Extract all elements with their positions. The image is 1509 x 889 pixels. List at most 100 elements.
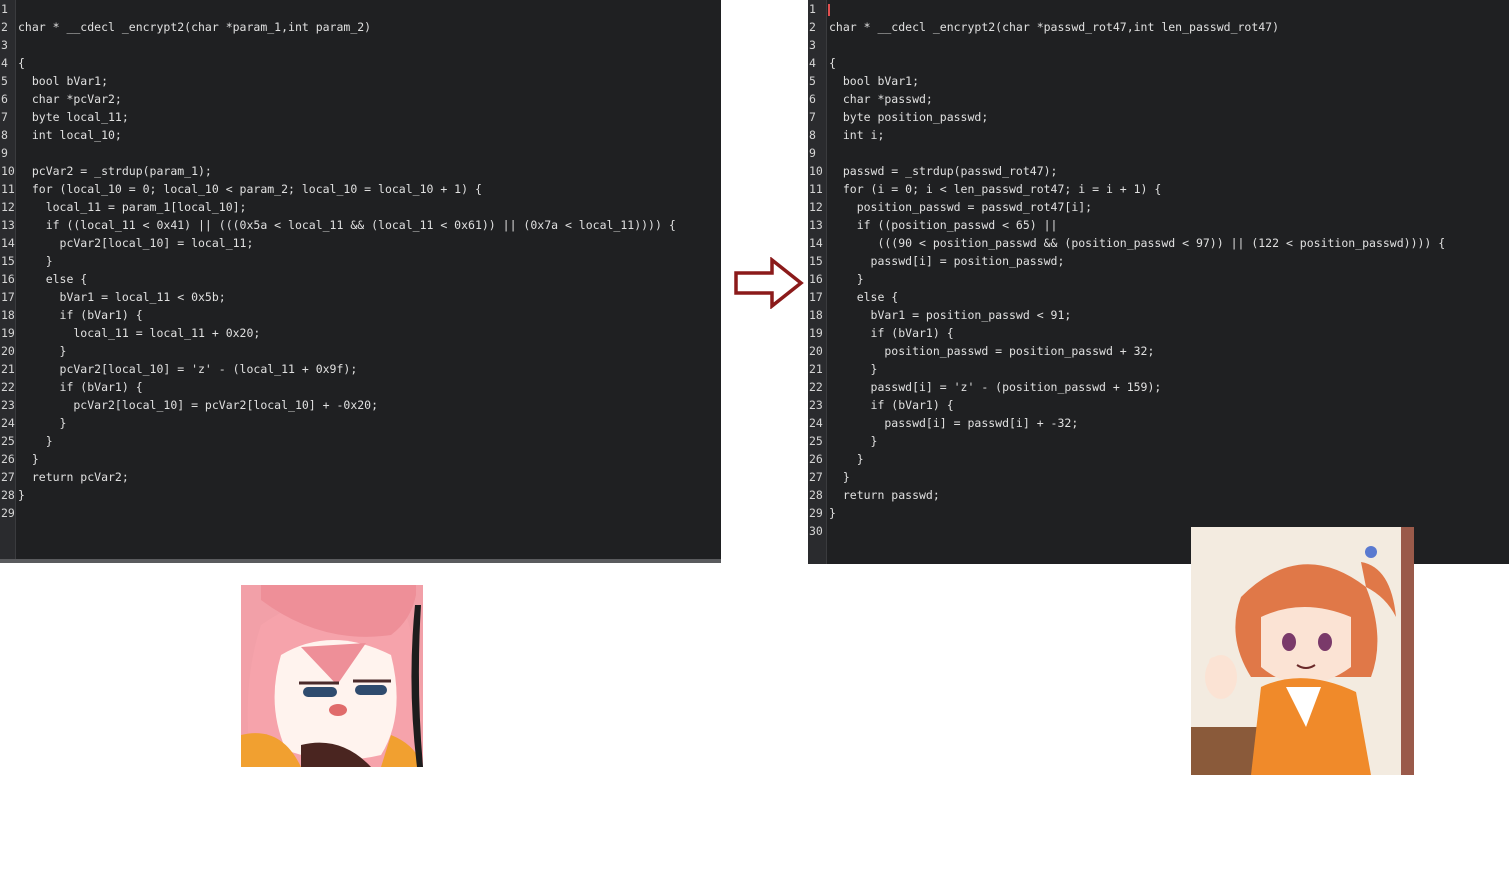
code-line[interactable]: for (i = 0; i < len_passwd_rot47; i = i …: [829, 180, 1509, 198]
line-number: 11: [809, 182, 823, 196]
code-line[interactable]: }: [18, 342, 721, 360]
line-number: 6: [1, 92, 8, 106]
line-number: 27: [809, 470, 823, 484]
code-line[interactable]: local_11 = param_1[local_10];: [18, 198, 721, 216]
code-line[interactable]: if ((position_passwd < 65) ||: [829, 216, 1509, 234]
code-line[interactable]: int i;: [829, 126, 1509, 144]
line-number: 18: [809, 308, 823, 322]
line-number: 22: [1, 380, 15, 394]
code-line[interactable]: if (bVar1) {: [829, 324, 1509, 342]
line-number: 15: [1, 254, 15, 268]
code-line[interactable]: else {: [18, 270, 721, 288]
code-line[interactable]: else {: [829, 288, 1509, 306]
line-number: 20: [809, 344, 823, 358]
line-number: 2: [1, 20, 8, 34]
code-line[interactable]: pcVar2[local_10] = 'z' - (local_11 + 0x9…: [18, 360, 721, 378]
code-line[interactable]: }: [18, 414, 721, 432]
code-line[interactable]: local_11 = local_11 + 0x20;: [18, 324, 721, 342]
code-line[interactable]: pcVar2 = _strdup(param_1);: [18, 162, 721, 180]
code-line[interactable]: if (bVar1) {: [18, 378, 721, 396]
line-number: 12: [809, 200, 823, 214]
line-number: 26: [809, 452, 823, 466]
line-number: 3: [1, 38, 8, 52]
line-number: 29: [809, 506, 823, 520]
code-line[interactable]: }: [18, 486, 721, 504]
code-line[interactable]: byte local_11;: [18, 108, 721, 126]
line-number: 6: [809, 92, 816, 106]
line-number: 25: [809, 434, 823, 448]
line-number: 18: [1, 308, 15, 322]
line-number: 27: [1, 470, 15, 484]
line-number: 2: [809, 20, 816, 34]
code-line[interactable]: bool bVar1;: [18, 72, 721, 90]
code-line[interactable]: return passwd;: [829, 486, 1509, 504]
code-line[interactable]: if (bVar1) {: [18, 306, 721, 324]
line-number: 29: [1, 506, 15, 520]
code-line[interactable]: passwd[i] = position_passwd;: [829, 252, 1509, 270]
code-line[interactable]: pcVar2[local_10] = local_11;: [18, 234, 721, 252]
line-number: 21: [1, 362, 15, 376]
line-number: 7: [809, 110, 816, 124]
code-line[interactable]: if (bVar1) {: [829, 396, 1509, 414]
code-line[interactable]: }: [18, 252, 721, 270]
code-line[interactable]: }: [829, 432, 1509, 450]
right-code-panel: 1 2 char * __cdecl _encrypt2(char *passwd_…: [808, 0, 1509, 564]
code-line[interactable]: {: [829, 54, 1509, 72]
line-number: 14: [1, 236, 15, 250]
code-line[interactable]: position_passwd = passwd_rot47[i];: [829, 198, 1509, 216]
line-number: 3: [809, 38, 816, 52]
pink-hair-sleepy-anime-sticker: [241, 585, 423, 767]
orange-hair-thumbs-up-anime-sticker: [1191, 527, 1414, 775]
code-line[interactable]: position_passwd = position_passwd + 32;: [829, 342, 1509, 360]
line-number: 10: [809, 164, 823, 178]
line-number: 17: [1, 290, 15, 304]
line-number: 9: [1, 146, 8, 160]
left-panel-scrollbar[interactable]: [0, 559, 721, 563]
code-line[interactable]: char * __cdecl _encrypt2(char *param_1,i…: [18, 18, 721, 36]
line-number: 12: [1, 200, 15, 214]
code-line[interactable]: passwd[i] = 'z' - (position_passwd + 159…: [829, 378, 1509, 396]
code-line[interactable]: }: [18, 432, 721, 450]
line-number: 17: [809, 290, 823, 304]
code-line[interactable]: {: [18, 54, 721, 72]
code-line[interactable]: }: [829, 504, 1509, 522]
line-number: 11: [1, 182, 15, 196]
line-number: 25: [1, 434, 15, 448]
line-number: 14: [809, 236, 823, 250]
code-line[interactable]: }: [829, 450, 1509, 468]
code-line[interactable]: passwd[i] = passwd[i] + -32;: [829, 414, 1509, 432]
code-line[interactable]: }: [18, 450, 721, 468]
line-number: 26: [1, 452, 15, 466]
line-number: 7: [1, 110, 8, 124]
code-line[interactable]: if ((local_11 < 0x41) || (((0x5a < local…: [18, 216, 721, 234]
left-code-panel: 1 2 char * __cdecl _encrypt2(char *param_1…: [0, 0, 721, 562]
code-line[interactable]: char * __cdecl _encrypt2(char *passwd_ro…: [829, 18, 1509, 36]
code-line[interactable]: char *passwd;: [829, 90, 1509, 108]
code-line[interactable]: int local_10;: [18, 126, 721, 144]
code-line[interactable]: byte position_passwd;: [829, 108, 1509, 126]
line-number: 13: [1, 218, 15, 232]
code-line[interactable]: }: [829, 468, 1509, 486]
code-line[interactable]: bool bVar1;: [829, 72, 1509, 90]
line-number: 19: [1, 326, 15, 340]
code-line[interactable]: passwd = _strdup(passwd_rot47);: [829, 162, 1509, 180]
text-cursor: [828, 4, 830, 16]
code-line[interactable]: return pcVar2;: [18, 468, 721, 486]
line-number: 5: [809, 74, 816, 88]
code-line[interactable]: }: [829, 270, 1509, 288]
line-number: 8: [1, 128, 8, 142]
code-line[interactable]: (((90 < position_passwd && (position_pas…: [829, 234, 1509, 252]
line-number: 5: [1, 74, 8, 88]
line-number: 23: [1, 398, 15, 412]
line-number: 30: [809, 524, 823, 538]
line-number: 15: [809, 254, 823, 268]
code-line[interactable]: }: [829, 360, 1509, 378]
line-number: 1: [809, 2, 816, 16]
code-line[interactable]: bVar1 = position_passwd < 91;: [829, 306, 1509, 324]
code-line[interactable]: char *pcVar2;: [18, 90, 721, 108]
code-line[interactable]: pcVar2[local_10] = pcVar2[local_10] + -0…: [18, 396, 721, 414]
code-line[interactable]: bVar1 = local_11 < 0x5b;: [18, 288, 721, 306]
line-number: 4: [809, 56, 816, 70]
code-line[interactable]: for (local_10 = 0; local_10 < param_2; l…: [18, 180, 721, 198]
right-arrow-icon: [734, 257, 804, 309]
